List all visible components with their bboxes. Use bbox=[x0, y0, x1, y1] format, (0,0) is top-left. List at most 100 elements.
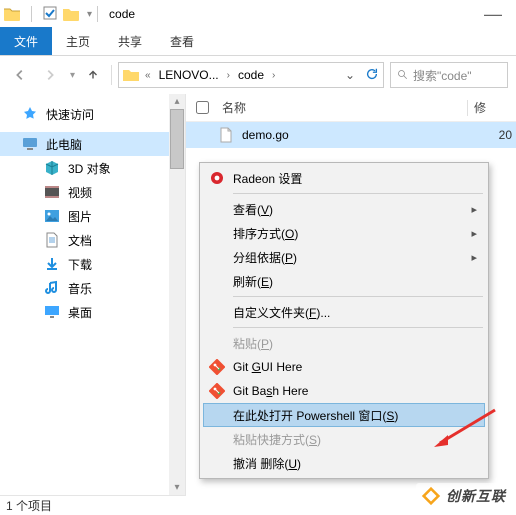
chevron-right-icon: ▸ bbox=[471, 227, 477, 240]
breadcrumb[interactable]: « LENOVO... › code › ⌄ bbox=[118, 62, 384, 88]
music-icon bbox=[44, 280, 60, 296]
scroll-up-icon[interactable]: ▴ bbox=[174, 96, 179, 107]
chevron-right-icon[interactable]: › bbox=[270, 70, 277, 81]
cm-separator bbox=[233, 193, 483, 194]
cm-group[interactable]: 分组依据(P) ▸ bbox=[203, 245, 485, 269]
sidebar-item-pictures[interactable]: 图片 bbox=[0, 204, 185, 228]
download-icon bbox=[44, 256, 60, 272]
git-icon bbox=[209, 359, 225, 375]
sidebar-label: 3D 对象 bbox=[68, 160, 111, 177]
sidebar-item-quickaccess[interactable]: 快速访问 bbox=[0, 102, 185, 126]
back-button[interactable] bbox=[8, 63, 32, 87]
pc-icon bbox=[22, 136, 38, 152]
cm-label: 排序方式(O) bbox=[233, 225, 298, 242]
column-separator[interactable] bbox=[467, 100, 468, 116]
qat-checkbox-icon[interactable] bbox=[43, 6, 57, 23]
cm-view[interactable]: 查看(V) ▸ bbox=[203, 197, 485, 221]
scroll-thumb[interactable] bbox=[170, 109, 184, 169]
tab-file[interactable]: 文件 bbox=[0, 27, 52, 55]
column-modified[interactable]: 修 bbox=[474, 99, 516, 116]
radeon-icon bbox=[209, 170, 225, 186]
file-row[interactable]: demo.go 20 bbox=[186, 122, 516, 148]
cm-label: 刷新(E) bbox=[233, 273, 273, 290]
watermark-logo-icon bbox=[420, 485, 442, 507]
nav-bar: ▾ « LENOVO... › code › ⌄ 搜索"code" bbox=[0, 56, 516, 94]
qat-dropdown-icon[interactable]: ▾ bbox=[87, 9, 92, 20]
sidebar-item-thispc[interactable]: 此电脑 bbox=[0, 132, 185, 156]
cm-git-gui[interactable]: Git GUI Here bbox=[203, 355, 485, 379]
tab-view[interactable]: 查看 bbox=[156, 27, 208, 55]
cm-radeon[interactable]: Radeon 设置 bbox=[203, 166, 485, 190]
cm-label: Git Bash Here bbox=[233, 384, 308, 398]
sidebar-label: 桌面 bbox=[68, 304, 92, 321]
file-icon bbox=[218, 127, 234, 143]
search-input[interactable]: 搜索"code" bbox=[390, 62, 508, 88]
minimize-button[interactable]: — bbox=[484, 4, 512, 25]
cm-label: 在此处打开 Powershell 窗口(S) bbox=[233, 407, 398, 424]
column-name[interactable]: 名称 bbox=[218, 99, 461, 116]
sidebar-item-documents[interactable]: 文档 bbox=[0, 228, 185, 252]
document-icon bbox=[44, 232, 60, 248]
cm-sort[interactable]: 排序方式(O) ▸ bbox=[203, 221, 485, 245]
up-button[interactable] bbox=[81, 63, 105, 87]
nav-separator bbox=[111, 65, 112, 85]
sidebar-label: 文档 bbox=[68, 232, 92, 249]
cm-git-bash[interactable]: Git Bash Here bbox=[203, 379, 485, 403]
cm-separator bbox=[233, 296, 483, 297]
app-folder-icon bbox=[4, 7, 20, 21]
sidebar-label: 快速访问 bbox=[46, 106, 94, 123]
cm-label: 撤消 删除(U) bbox=[233, 455, 301, 472]
select-all-checkbox[interactable] bbox=[196, 99, 218, 117]
file-name: demo.go bbox=[242, 128, 289, 142]
cm-label: 粘贴(P) bbox=[233, 335, 273, 352]
history-dropdown-icon[interactable]: ▾ bbox=[70, 70, 75, 81]
sidebar-item-3dobjects[interactable]: 3D 对象 bbox=[0, 156, 185, 180]
titlebar: ▾ code — bbox=[0, 0, 516, 28]
cm-powershell[interactable]: 在此处打开 Powershell 窗口(S) bbox=[203, 403, 485, 427]
file-date: 20 bbox=[499, 128, 516, 142]
search-placeholder: 搜索"code" bbox=[413, 67, 472, 84]
scroll-down-icon[interactable]: ▾ bbox=[174, 482, 179, 493]
titlebar-separator bbox=[97, 6, 98, 22]
ribbon-tabs: 文件 主页 共享 查看 bbox=[0, 28, 516, 56]
cm-label: 粘贴快捷方式(S) bbox=[233, 431, 321, 448]
cm-label: Git GUI Here bbox=[233, 360, 302, 374]
cm-undo-delete[interactable]: 撤消 删除(U) bbox=[203, 451, 485, 475]
sidebar-scrollbar[interactable]: ▴ ▾ bbox=[169, 94, 185, 495]
context-menu: Radeon 设置 查看(V) ▸ 排序方式(O) ▸ 分组依据(P) ▸ 刷新… bbox=[199, 162, 489, 479]
cm-label: 分组依据(P) bbox=[233, 249, 297, 266]
sidebar-item-videos[interactable]: 视频 bbox=[0, 180, 185, 204]
git-icon bbox=[209, 383, 225, 399]
sidebar-label: 下载 bbox=[68, 256, 92, 273]
cm-customize[interactable]: 自定义文件夹(F)... bbox=[203, 300, 485, 324]
forward-button[interactable] bbox=[38, 63, 62, 87]
search-icon bbox=[397, 69, 409, 81]
breadcrumb-seg-2[interactable]: code bbox=[234, 66, 268, 84]
chevron-right-icon: ▸ bbox=[471, 251, 477, 264]
picture-icon bbox=[44, 208, 60, 224]
chevron-right-icon: ▸ bbox=[471, 203, 477, 216]
breadcrumb-overflow[interactable]: « bbox=[143, 70, 153, 81]
breadcrumb-dropdown-icon[interactable]: ⌄ bbox=[341, 68, 359, 82]
tab-home[interactable]: 主页 bbox=[52, 27, 104, 55]
cm-label: 自定义文件夹(F)... bbox=[233, 304, 330, 321]
sidebar-label: 音乐 bbox=[68, 280, 92, 297]
sidebar-item-music[interactable]: 音乐 bbox=[0, 276, 185, 300]
sidebar-label: 视频 bbox=[68, 184, 92, 201]
sidebar-label: 图片 bbox=[68, 208, 92, 225]
tab-share[interactable]: 共享 bbox=[104, 27, 156, 55]
watermark-text: 创新互联 bbox=[446, 486, 506, 506]
watermark: 创新互联 bbox=[416, 483, 510, 509]
sidebar-item-downloads[interactable]: 下载 bbox=[0, 252, 185, 276]
cube-icon bbox=[44, 160, 60, 176]
refresh-icon[interactable] bbox=[365, 67, 379, 84]
star-icon bbox=[22, 106, 38, 122]
cm-label: 查看(V) bbox=[233, 201, 273, 218]
chevron-right-icon[interactable]: › bbox=[225, 70, 232, 81]
video-icon bbox=[44, 184, 60, 200]
breadcrumb-seg-1[interactable]: LENOVO... bbox=[155, 66, 223, 84]
qat: ▾ bbox=[4, 6, 92, 23]
qat-folder-icon[interactable] bbox=[63, 7, 79, 21]
cm-refresh[interactable]: 刷新(E) bbox=[203, 269, 485, 293]
sidebar-item-desktop[interactable]: 桌面 bbox=[0, 300, 185, 324]
